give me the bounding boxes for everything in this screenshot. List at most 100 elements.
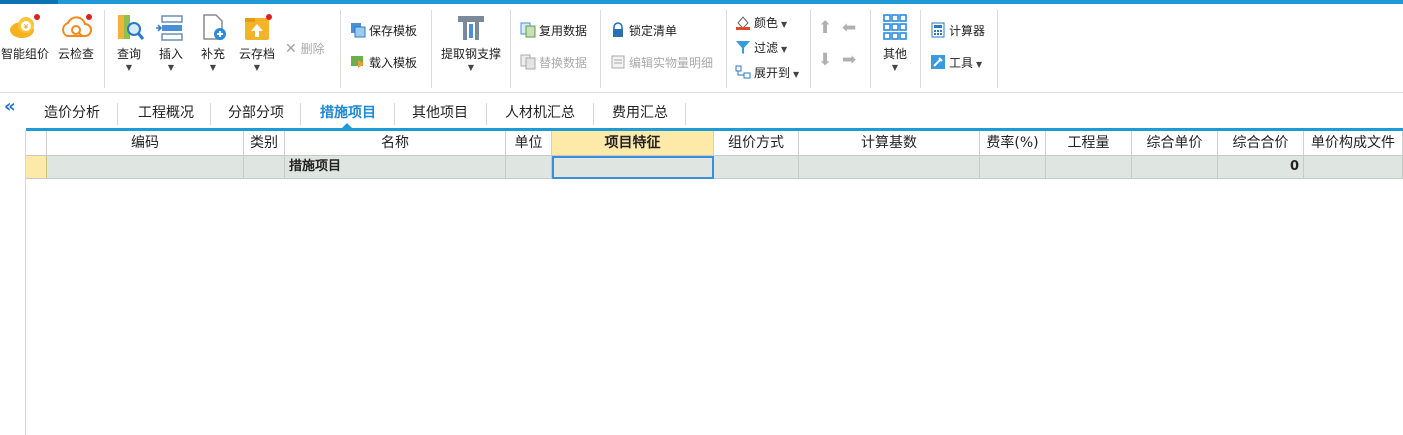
close-icon: ✕: [285, 41, 297, 57]
column-header-quantity[interactable]: 工程量: [1046, 131, 1132, 156]
move-arrows-group: ⬆ ⬅ ⬇ ➡: [818, 18, 868, 78]
cell-rate[interactable]: [980, 156, 1046, 179]
calculator-button[interactable]: 计算器: [930, 20, 985, 42]
column-header-unit-price[interactable]: 综合单价: [1132, 131, 1218, 156]
expand-to-button[interactable]: 展开到 ▼: [735, 62, 799, 84]
column-header-code[interactable]: 编码: [47, 131, 244, 156]
cell-category[interactable]: [244, 156, 285, 179]
ribbon-separator: [810, 10, 811, 88]
replace-data-icon: [520, 54, 536, 70]
cell-unit-price[interactable]: [1132, 156, 1218, 179]
query-icon: [118, 15, 145, 40]
chevron-down-icon: ▼: [209, 63, 217, 72]
column-header-name[interactable]: 名称: [285, 131, 506, 156]
column-header-price-file[interactable]: 单价构成文件: [1304, 131, 1403, 156]
cell-price-file[interactable]: [1304, 156, 1403, 179]
chevron-down-icon: ▼: [781, 45, 788, 54]
tab-resource-summary[interactable]: 人材机汇总: [492, 101, 588, 125]
grid-apps-icon: [883, 14, 907, 40]
column-header-rate[interactable]: 费率(%): [980, 131, 1046, 156]
lock-icon: [613, 22, 623, 37]
column-header-method[interactable]: 组价方式: [714, 131, 799, 156]
extract-support-button[interactable]: 提取钢支撑 ▼: [436, 8, 506, 78]
tab-other-items[interactable]: 其他项目: [400, 101, 480, 125]
delete-button[interactable]: ✕ 删除: [285, 38, 325, 60]
insert-button[interactable]: 插入 ▼: [148, 8, 194, 78]
move-down-icon[interactable]: ⬇: [818, 50, 832, 70]
calculator-icon: [931, 22, 945, 38]
reuse-data-button[interactable]: 复用数据: [520, 20, 587, 42]
smart-price-button[interactable]: ¥ 智能组价: [0, 8, 50, 78]
tab-measures[interactable]: 措施项目: [306, 101, 390, 125]
cell-total[interactable]: 0: [1218, 156, 1304, 179]
template-save-icon: [351, 23, 366, 38]
insert-icon: [156, 15, 183, 41]
cell-name[interactable]: 措施项目: [285, 156, 506, 179]
ribbon-separator: [104, 10, 105, 88]
tab-cost-analysis[interactable]: 造价分析: [34, 101, 110, 125]
edit-detail-icon: [611, 55, 625, 69]
column-header-unit[interactable]: 单位: [506, 131, 552, 156]
move-left-icon[interactable]: ⬅: [842, 18, 856, 38]
svg-text:¥: ¥: [24, 23, 29, 31]
ribbon-separator: [431, 10, 432, 88]
tools-icon: [931, 55, 945, 69]
cloud-archive-button[interactable]: 云存档 ▼: [234, 8, 280, 78]
tools-button[interactable]: 工具 ▼: [930, 52, 982, 74]
cloud-archive-icon: [245, 14, 272, 40]
tab-separator: [300, 103, 301, 125]
cell-unit[interactable]: [506, 156, 552, 179]
measures-table: 编码 类别 名称 单位 项目特征 组价方式 计算基数 费率(%) 工程量 综合单…: [26, 131, 1403, 435]
load-template-button[interactable]: 载入模板: [350, 52, 417, 74]
chevron-down-icon: ▼: [253, 63, 261, 72]
tab-separator: [117, 103, 118, 125]
tools-label: 工具: [949, 56, 974, 70]
cell-quantity[interactable]: [1046, 156, 1132, 179]
move-up-icon[interactable]: ⬆: [818, 18, 832, 38]
cell-code[interactable]: [47, 156, 244, 179]
column-header-feature[interactable]: 项目特征: [552, 131, 714, 156]
chevron-down-icon: ▼: [976, 60, 983, 69]
tab-separator: [394, 103, 395, 125]
load-template-label: 载入模板: [369, 56, 418, 70]
chevron-down-icon: ▼: [125, 63, 133, 72]
chevron-down-icon: ▼: [891, 63, 899, 72]
filter-label: 过滤: [754, 41, 779, 55]
tab-fee-summary[interactable]: 费用汇总: [598, 101, 682, 125]
cloud-check-button[interactable]: 云检查: [53, 8, 99, 78]
template-load-icon: [351, 56, 364, 68]
query-button[interactable]: 查询 ▼: [106, 8, 152, 78]
expand-to-label: 展开到: [754, 66, 791, 80]
save-template-button[interactable]: 保存模板: [350, 20, 417, 42]
filter-button[interactable]: 过滤 ▼: [735, 37, 787, 59]
tab-project-overview[interactable]: 工程概况: [124, 101, 208, 125]
module-tab-bar: « 造价分析 工程概况 分部分项 措施项目 其他项目 人材机汇总 费用汇总: [0, 93, 1403, 131]
calculator-label: 计算器: [949, 24, 986, 38]
ribbon-separator: [510, 10, 511, 88]
steel-support-icon: [458, 16, 484, 40]
tab-sub-items[interactable]: 分部分项: [216, 101, 296, 125]
edit-quantity-label: 编辑实物量明细: [629, 56, 714, 70]
cell-feature-selected[interactable]: [552, 156, 714, 179]
replace-data-button[interactable]: 替换数据: [520, 52, 587, 74]
column-header-total[interactable]: 综合合价: [1218, 131, 1304, 156]
edit-quantity-button[interactable]: 编辑实物量明细: [610, 52, 713, 74]
table-corner[interactable]: [26, 131, 47, 156]
color-button[interactable]: 颜色 ▼: [735, 12, 787, 34]
chevron-down-icon: ▼: [793, 70, 800, 79]
color-label: 颜色: [754, 16, 779, 30]
column-header-category[interactable]: 类别: [244, 131, 285, 156]
cell-method[interactable]: [714, 156, 799, 179]
collapse-sidebar-icon[interactable]: «: [4, 98, 20, 117]
column-header-base[interactable]: 计算基数: [799, 131, 980, 156]
row-header[interactable]: [26, 156, 47, 179]
supplement-button[interactable]: 补充 ▼: [190, 8, 236, 78]
other-button[interactable]: 其他 ▼: [872, 8, 918, 78]
lock-list-label: 锁定清单: [629, 24, 678, 38]
cloud-archive-label: 云存档: [238, 47, 275, 61]
move-right-icon[interactable]: ➡: [842, 50, 856, 70]
cell-base[interactable]: [799, 156, 980, 179]
chevron-down-icon: ▼: [781, 20, 788, 29]
lock-list-button[interactable]: 锁定清单: [610, 20, 677, 42]
smart-price-label: 智能组价: [0, 47, 49, 61]
